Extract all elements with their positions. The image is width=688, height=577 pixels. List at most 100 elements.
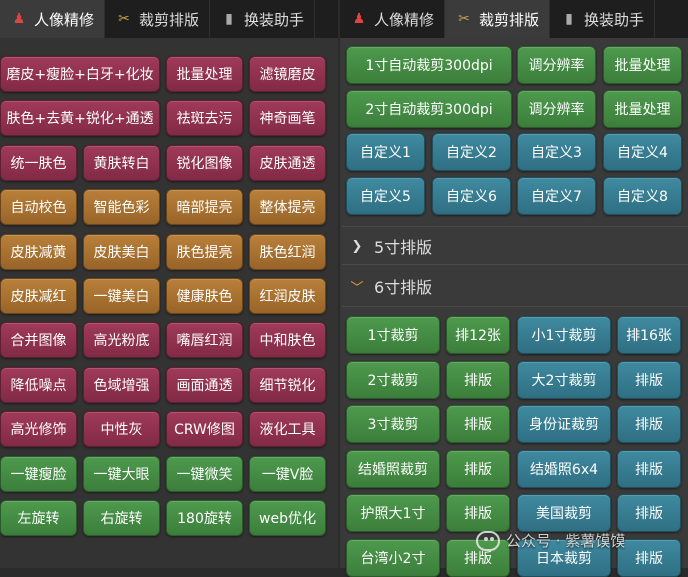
watermark-text: 公众号 · 紫薯馍馍 xyxy=(506,532,626,550)
tool-button[interactable]: 结婚照裁剪 xyxy=(346,449,440,488)
tab-label: 裁剪排版 xyxy=(479,10,540,29)
tab-outfit-assistant[interactable]: ▮ 换装助手 xyxy=(210,0,316,38)
tool-button[interactable]: 一键微笑 xyxy=(166,455,243,492)
tool-button[interactable]: 磨皮+瘦脸+白牙+化妆 xyxy=(0,56,160,92)
tool-button[interactable]: 自定义6 xyxy=(432,176,511,215)
tool-button[interactable]: 一键美白 xyxy=(83,278,160,314)
tab-label: 换装助手 xyxy=(244,10,305,29)
tool-button[interactable]: 护照大1寸 xyxy=(346,494,440,532)
tool-button[interactable]: 180旋转 xyxy=(166,500,243,536)
tool-button[interactable]: 色域增强 xyxy=(83,366,160,403)
tool-button[interactable]: 排版 xyxy=(446,360,510,399)
tool-button[interactable]: 左旋转 xyxy=(0,500,77,536)
tool-button[interactable]: 调分辨率 xyxy=(517,89,596,128)
tool-button[interactable]: 肤色提亮 xyxy=(166,233,243,270)
tool-button[interactable]: 健康肤色 xyxy=(166,278,243,314)
tool-button[interactable]: 自定义8 xyxy=(603,176,682,215)
tool-button[interactable]: 批量处理 xyxy=(603,89,682,128)
tool-button[interactable]: 锐化图像 xyxy=(166,144,243,181)
tool-button[interactable]: 嘴唇红润 xyxy=(166,322,243,359)
tool-button[interactable]: 液化工具 xyxy=(249,411,326,448)
wechat-icon xyxy=(476,530,500,551)
tool-button[interactable]: 神奇画笔 xyxy=(249,100,326,137)
tool-button[interactable]: 中性灰 xyxy=(83,411,160,448)
tool-button[interactable]: 一键大眼 xyxy=(83,455,160,492)
tab-outfit-assistant[interactable]: ▮ 换装助手 xyxy=(550,0,656,38)
tool-button[interactable]: 自定义4 xyxy=(603,133,682,171)
tool-button[interactable]: 结婚照6x4 xyxy=(517,449,611,488)
tool-button[interactable]: 排16张 xyxy=(617,316,681,354)
tool-button[interactable]: 黄肤转白 xyxy=(83,144,160,181)
tool-button[interactable]: 排版 xyxy=(617,494,681,532)
section-label: 6寸排版 xyxy=(374,278,433,297)
tool-button[interactable]: 肤色+去黄+锐化+通透 xyxy=(0,100,160,137)
tool-button[interactable]: 排版 xyxy=(617,360,681,399)
tool-button[interactable]: 排版 xyxy=(617,449,681,488)
section-6-inch-layout[interactable]: ﹀ 6寸排版 xyxy=(350,274,432,298)
tool-button[interactable]: 美国裁剪 xyxy=(517,494,611,532)
tool-button[interactable]: 皮肤减黄 xyxy=(0,233,77,270)
tool-button[interactable]: 红润皮肤 xyxy=(249,278,326,314)
section-divider xyxy=(342,226,688,227)
tab-label: 人像精修 xyxy=(374,10,435,29)
tool-button[interactable]: 台湾小2寸 xyxy=(346,538,440,577)
tool-button[interactable]: web优化 xyxy=(249,500,326,536)
tool-button[interactable]: 皮肤通透 xyxy=(249,144,326,181)
tool-button[interactable]: 调分辨率 xyxy=(517,46,596,84)
section-divider xyxy=(342,264,688,265)
section-divider xyxy=(342,306,688,307)
tool-button[interactable]: 批量处理 xyxy=(166,56,243,92)
tool-button[interactable]: CRW修图 xyxy=(166,411,243,448)
tool-button[interactable]: 自定义1 xyxy=(346,133,425,171)
tool-button[interactable]: 1寸自动裁剪300dpi xyxy=(346,46,512,84)
section-label: 5寸排版 xyxy=(374,238,433,257)
tool-button[interactable]: 批量处理 xyxy=(603,46,682,84)
tool-button[interactable]: 高光粉底 xyxy=(83,322,160,359)
tab-portrait-retouch[interactable]: ♟ 人像精修 xyxy=(0,0,106,38)
tool-button[interactable]: 暗部提亮 xyxy=(166,189,243,226)
tool-button[interactable]: 肤色红润 xyxy=(249,233,326,270)
tool-button[interactable]: 合并图像 xyxy=(0,322,77,359)
tool-button[interactable]: 排版 xyxy=(617,538,681,577)
tool-button[interactable]: 排版 xyxy=(446,494,510,532)
tool-button[interactable]: 2寸裁剪 xyxy=(346,360,440,399)
tool-button[interactable]: 一键V脸 xyxy=(249,455,326,492)
tool-button[interactable]: 自定义3 xyxy=(517,133,596,171)
tool-button[interactable]: 自定义2 xyxy=(432,133,511,171)
tool-button[interactable]: 画面通透 xyxy=(166,366,243,403)
tool-button[interactable]: 1寸裁剪 xyxy=(346,316,440,354)
tool-button[interactable]: 祛斑去污 xyxy=(166,100,243,137)
tool-button[interactable]: 皮肤减红 xyxy=(0,278,77,314)
shirt-icon: ▮ xyxy=(225,11,233,27)
tab-portrait-retouch[interactable]: ♟ 人像精修 xyxy=(340,0,446,38)
tool-button[interactable]: 2寸自动裁剪300dpi xyxy=(346,89,512,128)
tool-button[interactable]: 3寸裁剪 xyxy=(346,405,440,443)
tool-button[interactable]: 排版 xyxy=(446,449,510,488)
tool-button[interactable]: 中和肤色 xyxy=(249,322,326,359)
tab-crop-layout[interactable]: ✂ 裁剪排版 xyxy=(105,0,211,38)
tool-button[interactable]: 高光修饰 xyxy=(0,411,77,448)
tool-button[interactable]: 统一肤色 xyxy=(0,144,77,181)
tool-button[interactable]: 智能色彩 xyxy=(83,189,160,226)
section-5-inch-layout[interactable]: ❯ 5寸排版 xyxy=(350,234,433,258)
tool-button[interactable]: 滤镜磨皮 xyxy=(249,56,326,92)
tool-button[interactable]: 身份证裁剪 xyxy=(517,405,611,443)
tool-button[interactable]: 大2寸裁剪 xyxy=(517,360,611,399)
tool-button[interactable]: 排版 xyxy=(617,405,681,443)
tool-button[interactable]: 自动校色 xyxy=(0,189,77,226)
tool-button[interactable]: 自定义5 xyxy=(346,176,425,215)
tool-button[interactable]: 右旋转 xyxy=(83,500,160,536)
tool-button[interactable]: 一键瘦脸 xyxy=(0,455,77,492)
person-icon: ♟ xyxy=(352,11,366,27)
tool-button[interactable]: 小1寸裁剪 xyxy=(517,316,611,354)
watermark: 公众号 · 紫薯馍馍 xyxy=(476,530,625,551)
tool-button[interactable]: 皮肤美白 xyxy=(83,233,160,270)
tool-button[interactable]: 细节锐化 xyxy=(249,366,326,403)
tool-button[interactable]: 自定义7 xyxy=(517,176,596,215)
tool-button[interactable]: 排12张 xyxy=(446,316,510,354)
tool-button[interactable]: 降低噪点 xyxy=(0,366,77,403)
tab-crop-layout[interactable]: ✂ 裁剪排版 xyxy=(445,0,551,38)
tool-button[interactable]: 整体提亮 xyxy=(249,189,326,226)
chevron-down-icon: ﹀ xyxy=(350,280,364,296)
tool-button[interactable]: 排版 xyxy=(446,405,510,443)
